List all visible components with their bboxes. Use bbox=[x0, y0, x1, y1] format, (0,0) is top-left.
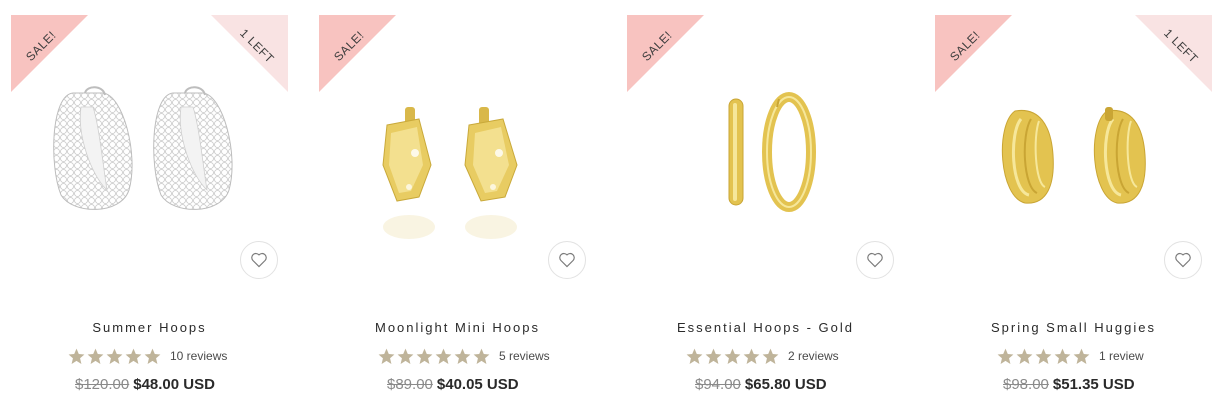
star-rating bbox=[377, 347, 491, 366]
product-card-summer-hoops[interactable]: SALE! 1 LEFT Summer Hoops 10 reviews $12… bbox=[11, 0, 288, 407]
star-icon bbox=[705, 348, 722, 364]
product-price: $120.00 $48.00 USD bbox=[75, 376, 215, 396]
sale-price: $65.80 USD bbox=[744, 376, 827, 393]
sale-price: $48.00 USD bbox=[133, 376, 215, 393]
star-rating bbox=[996, 347, 1091, 366]
heart-outline-icon bbox=[251, 252, 267, 268]
star-icon bbox=[125, 348, 142, 364]
product-price: $94.00 $65.80 USD bbox=[695, 376, 827, 396]
star-rating bbox=[67, 347, 162, 366]
wishlist-button[interactable] bbox=[856, 241, 894, 279]
product-rating[interactable]: 1 review bbox=[996, 346, 1144, 366]
sale-price: $51.35 USD bbox=[1052, 376, 1135, 393]
wishlist-button[interactable] bbox=[548, 241, 586, 279]
product-card-moonlight-mini-hoops[interactable]: SALE! Moonlight Mini Hoops 5 reviews $89… bbox=[319, 0, 596, 407]
wishlist-button[interactable] bbox=[240, 241, 278, 279]
product-image[interactable]: SALE! 1 LEFT bbox=[935, 15, 1212, 292]
heart-outline-icon bbox=[559, 252, 575, 268]
star-icon bbox=[1054, 348, 1071, 364]
product-image[interactable]: SALE! bbox=[627, 15, 904, 292]
sale-price: $40.05 USD bbox=[436, 376, 519, 393]
product-rating[interactable]: 5 reviews bbox=[377, 346, 550, 366]
star-icon bbox=[454, 348, 471, 364]
star-icon bbox=[762, 348, 779, 364]
product-rating[interactable]: 10 reviews bbox=[67, 346, 227, 366]
star-icon bbox=[378, 348, 395, 364]
star-icon bbox=[435, 348, 452, 364]
star-icon bbox=[416, 348, 433, 364]
star-icon bbox=[106, 348, 123, 364]
heart-outline-icon bbox=[1175, 252, 1191, 268]
product-price: $98.00 $51.35 USD bbox=[1003, 376, 1135, 396]
product-title[interactable]: Summer Hoops bbox=[11, 320, 288, 335]
star-icon bbox=[997, 348, 1014, 364]
stock-badge bbox=[1135, 15, 1212, 92]
star-icon bbox=[87, 348, 104, 364]
heart-outline-icon bbox=[867, 252, 883, 268]
star-icon bbox=[1073, 348, 1090, 364]
review-count[interactable]: 1 review bbox=[1099, 349, 1144, 363]
review-count[interactable]: 5 reviews bbox=[499, 349, 550, 363]
product-price: $89.00 $40.05 USD bbox=[387, 376, 519, 396]
product-title[interactable]: Moonlight Mini Hoops bbox=[319, 320, 596, 335]
star-icon bbox=[1035, 348, 1052, 364]
product-rating[interactable]: 2 reviews bbox=[685, 346, 839, 366]
star-icon bbox=[68, 348, 85, 364]
star-icon bbox=[724, 348, 741, 364]
star-icon bbox=[397, 348, 414, 364]
product-title[interactable]: Spring Small Huggies bbox=[935, 320, 1212, 335]
product-image[interactable]: SALE! bbox=[319, 15, 596, 292]
product-card-spring-small-huggies[interactable]: SALE! 1 LEFT Spring Small Huggies 1 revi… bbox=[935, 0, 1212, 407]
wishlist-button[interactable] bbox=[1164, 241, 1202, 279]
original-price: $89.00 bbox=[387, 376, 433, 393]
star-rating bbox=[685, 347, 780, 366]
original-price: $98.00 bbox=[1003, 376, 1049, 393]
review-count[interactable]: 2 reviews bbox=[788, 349, 839, 363]
review-count[interactable]: 10 reviews bbox=[170, 349, 227, 363]
star-icon bbox=[144, 348, 161, 364]
product-title[interactable]: Essential Hoops - Gold bbox=[627, 320, 904, 335]
star-icon bbox=[473, 348, 490, 364]
product-image[interactable]: SALE! 1 LEFT bbox=[11, 15, 288, 292]
star-icon bbox=[1016, 348, 1033, 364]
original-price: $94.00 bbox=[695, 376, 741, 393]
star-icon bbox=[743, 348, 760, 364]
stock-badge bbox=[211, 15, 288, 92]
original-price: $120.00 bbox=[75, 376, 130, 393]
star-icon bbox=[686, 348, 703, 364]
product-card-essential-hoops-gold[interactable]: SALE! Essential Hoops - Gold 2 reviews $… bbox=[627, 0, 904, 407]
